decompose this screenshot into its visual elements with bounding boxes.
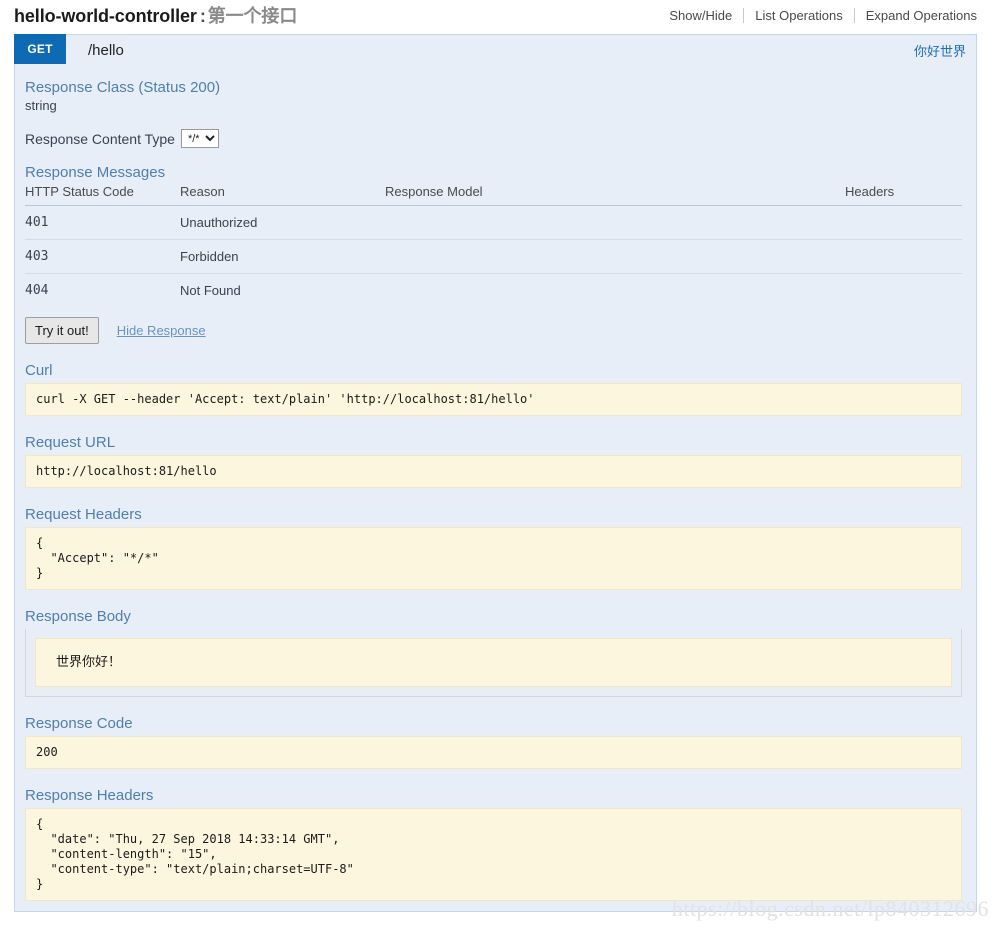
resource-name: hello-world-controller xyxy=(14,6,197,26)
response-headers-heading: Response Headers xyxy=(25,787,154,804)
headers-cell xyxy=(845,239,962,274)
operation-summary[interactable]: 你好世界 xyxy=(914,35,976,65)
column-reason: Reason xyxy=(180,183,385,206)
response-model-cell xyxy=(385,274,845,308)
response-content-type-select[interactable]: */* xyxy=(180,129,219,148)
response-body-heading: Response Body xyxy=(25,608,131,625)
response-messages-heading: Response Messages xyxy=(25,164,166,181)
table-row: 403 Forbidden xyxy=(25,239,962,274)
request-url-value: http://localhost:81/hello xyxy=(25,455,962,488)
response-code-heading: Response Code xyxy=(25,715,133,732)
response-code-value: 200 xyxy=(25,736,962,769)
headers-cell xyxy=(845,205,962,240)
request-url-heading: Request URL xyxy=(25,434,116,451)
column-headers: Headers xyxy=(845,183,962,206)
resource-title-separator: : xyxy=(199,6,206,26)
request-headers-heading: Request Headers xyxy=(25,506,142,523)
curl-command: curl -X GET --header 'Accept: text/plain… xyxy=(25,383,962,416)
reason-cell: Not Found xyxy=(180,283,241,298)
table-header-row: HTTP Status Code Reason Response Model H… xyxy=(25,183,962,206)
resource-description: 第一个接口 xyxy=(207,6,298,26)
status-code-cell: 401 xyxy=(25,205,180,240)
status-code-cell: 404 xyxy=(25,283,49,298)
response-content-type-row: Response Content Type */* xyxy=(25,129,962,148)
show-hide-link[interactable]: Show/Hide xyxy=(658,8,743,23)
response-body-container: 世界你好！ xyxy=(25,629,962,697)
response-model-cell xyxy=(385,205,845,240)
hide-response-link[interactable]: Hide Response xyxy=(117,323,206,338)
column-response-model: Response Model xyxy=(385,183,845,206)
try-it-out-button[interactable]: Try it out! xyxy=(25,317,99,344)
reason-cell: Forbidden xyxy=(180,239,385,274)
list-operations-link[interactable]: List Operations xyxy=(744,8,853,23)
status-code-cell: 403 xyxy=(25,239,180,274)
resource-title[interactable]: hello-world-controller: 第一个接口 xyxy=(14,2,297,28)
operation-block: GET /hello 你好世界 Response Class (Status 2… xyxy=(14,34,977,912)
resource-header: hello-world-controller: 第一个接口 Show/Hide L… xyxy=(0,0,995,30)
reason-cell: Unauthorized xyxy=(180,205,385,240)
expand-operations-link[interactable]: Expand Operations xyxy=(855,8,977,23)
operation-header[interactable]: GET /hello 你好世界 xyxy=(14,34,976,65)
response-content-type-label: Response Content Type xyxy=(25,130,175,147)
resource-options: Show/Hide List Operations Expand Operati… xyxy=(658,7,977,23)
response-class-model: string xyxy=(25,98,57,113)
operation-actions: Try it out! Hide Response xyxy=(25,317,962,344)
headers-cell xyxy=(845,274,962,308)
response-messages-table: HTTP Status Code Reason Response Model H… xyxy=(25,183,962,307)
response-class-heading: Response Class (Status 200) xyxy=(25,79,221,96)
table-row: 401 Unauthorized xyxy=(25,205,962,240)
response-body-value: 世界你好！ xyxy=(35,638,952,687)
response-model-cell xyxy=(385,239,845,274)
column-http-status-code: HTTP Status Code xyxy=(25,183,180,206)
method-badge-get: GET xyxy=(14,34,66,64)
curl-heading: Curl xyxy=(25,362,53,379)
table-row: 404 Not Found xyxy=(25,274,962,308)
response-headers-value: { "date": "Thu, 27 Sep 2018 14:33:14 GMT… xyxy=(25,808,962,901)
request-headers-value: { "Accept": "*/*" } xyxy=(25,527,962,590)
operation-body: Response Class (Status 200) string Respo… xyxy=(15,65,976,911)
operation-path[interactable]: /hello xyxy=(66,35,124,65)
